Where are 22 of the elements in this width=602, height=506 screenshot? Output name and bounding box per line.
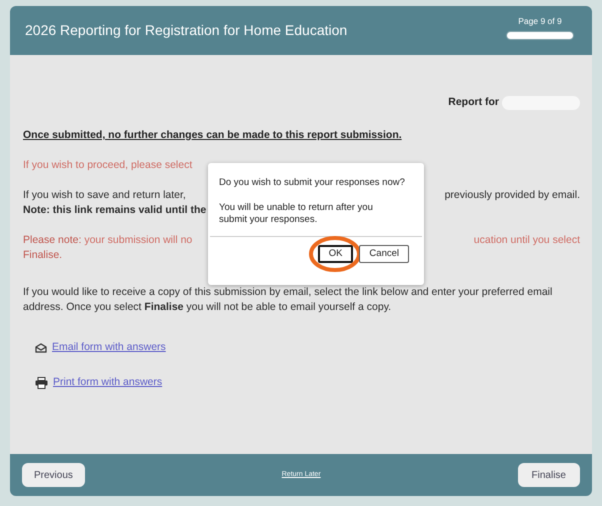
form-link[interactable]: Email form with answers	[52, 340, 166, 355]
printer-icon	[35, 376, 48, 388]
warning-text: Once submitted, no further changes can be made to this report submission.	[23, 128, 402, 143]
paragraph-text: ucation until you select	[474, 233, 580, 248]
report-for-label: Report for	[448, 95, 499, 110]
paragraph-text: Please note: your submission will no	[23, 233, 192, 248]
form-link[interactable]: Print form with answers	[53, 375, 162, 390]
form-title: 2026 Reporting for Registration for Home Education	[25, 21, 348, 40]
dialog-button[interactable]: Cancel	[359, 245, 409, 263]
paragraph-text: Finalise.	[23, 248, 62, 263]
paragraph-text: If you wish to proceed, please select	[23, 158, 192, 173]
paragraph-text: Note: this link remains valid until the	[23, 203, 206, 218]
finalise-button[interactable]: Finalise	[518, 463, 580, 487]
page-indicator: Page 9 of 9	[518, 14, 562, 28]
paragraph-text: If you wish to save and return later,	[23, 188, 186, 203]
paragraph-text: If you would like to receive a copy of this submission by email, select the link below and enter your preferred email address. Once you select Finalise you will not be able to email yourself a copy.	[23, 285, 554, 315]
envelope-icon	[35, 342, 47, 352]
paragraph-text: previously provided by email.	[444, 188, 580, 203]
dialog-button[interactable]: OK	[318, 245, 354, 263]
dialog-question: Do you wish to submit your responses now?	[219, 177, 405, 189]
previous-button[interactable]: Previous	[22, 463, 85, 487]
dialog-message: You will be unable to return after you submit your responses.	[219, 202, 374, 226]
